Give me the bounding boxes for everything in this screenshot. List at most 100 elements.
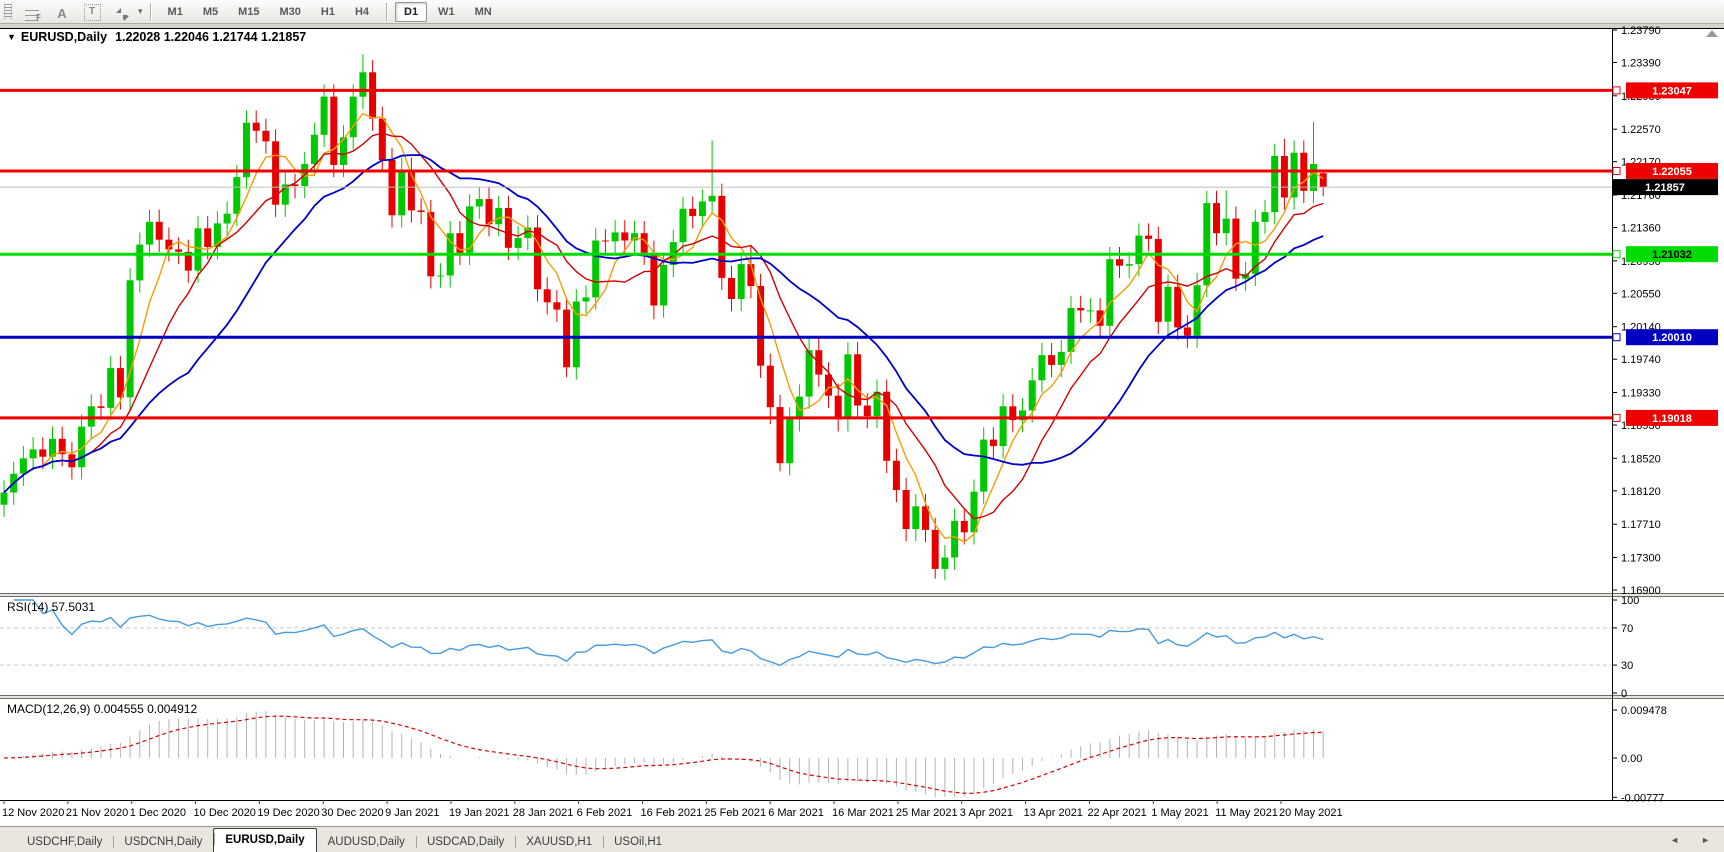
- candle-body: [398, 169, 406, 216]
- timeframe-button-m15[interactable]: M15: [229, 2, 268, 22]
- symbol-tab-usdcad[interactable]: USDCAD,Daily: [415, 832, 515, 852]
- rsi-indicator-label: RSI(14) 57.5031: [7, 600, 96, 614]
- timeframe-button-m30[interactable]: M30: [271, 2, 310, 22]
- symbol-tab-eurusd[interactable]: EURUSD,Daily: [213, 828, 317, 852]
- candle-body: [660, 264, 668, 306]
- date-tick-label: 28 Jan 2021: [513, 807, 574, 819]
- level-price-tag-label: 1.23047: [1652, 85, 1692, 97]
- fibonacci-tool-icon[interactable]: F: [18, 1, 46, 23]
- candle-body: [388, 160, 396, 216]
- level-marker[interactable]: [1612, 167, 1621, 175]
- candle-body: [146, 221, 153, 245]
- candle-body: [601, 240, 609, 242]
- chart-window: F A T ▾ M1 M5 M15 M30 H1 H4 D1 W1 MN 1.23790 1.23390…: [0, 0, 1724, 852]
- candle-body: [330, 96, 338, 165]
- objects-arrows-tool-icon[interactable]: [108, 1, 136, 23]
- candle-body: [1038, 355, 1046, 381]
- candle-body: [892, 460, 900, 491]
- candle-body: [931, 529, 939, 569]
- date-tick-label: 10 Dec 2020: [194, 807, 256, 819]
- tab-scroll-left-icon[interactable]: ◄: [1670, 834, 1679, 846]
- candle-body: [650, 252, 658, 306]
- candle-body: [621, 232, 629, 241]
- candle-body: [999, 406, 1007, 447]
- symbol-tab-usdchf[interactable]: USDCHF,Daily: [16, 832, 113, 852]
- date-tick-label: 16 Feb 2021: [641, 807, 703, 819]
- level-price-tag-label: 1.21032: [1652, 249, 1692, 261]
- symbol-tab-usdcnh[interactable]: USDCNH,Daily: [113, 832, 213, 852]
- candle-body: [29, 449, 37, 459]
- rsi-tick-label: 70: [1621, 623, 1633, 635]
- level-marker[interactable]: [1612, 86, 1621, 95]
- price-tick-label: 1.17710: [1621, 519, 1661, 531]
- candle-body: [1116, 259, 1123, 266]
- text-tool-icon[interactable]: A: [48, 1, 76, 23]
- candle-body: [1086, 310, 1094, 312]
- tab-scroll-right-icon[interactable]: ►: [1701, 834, 1710, 846]
- candle-body: [960, 520, 968, 533]
- candle-body: [698, 201, 706, 217]
- candle-body: [883, 391, 891, 461]
- candle-body: [834, 395, 842, 420]
- price-tick-label: 1.22570: [1621, 124, 1661, 136]
- candle-body: [912, 506, 920, 530]
- timeframe-button-h1[interactable]: H1: [312, 2, 344, 22]
- chart-title: ▼ EURUSD,Daily 1.22028 1.22046 1.21744 1.2…: [7, 30, 306, 44]
- macd-tick-label: 0.00: [1621, 753, 1642, 765]
- chart-ohlc-values: 1.22028 1.22046 1.21744 1.21857: [115, 30, 307, 44]
- date-tick-label: 25 Feb 2021: [704, 807, 766, 819]
- candle-body: [989, 439, 997, 447]
- timeframe-button-h4[interactable]: H4: [346, 2, 378, 22]
- timeframe-button-mn[interactable]: MN: [466, 2, 501, 22]
- candle-body: [504, 208, 512, 248]
- timeframe-button-m5[interactable]: M5: [194, 2, 227, 22]
- candle-body: [359, 72, 367, 97]
- candle-body: [1164, 286, 1172, 322]
- candle-body: [689, 208, 697, 217]
- candle-body: [805, 350, 813, 397]
- level-marker[interactable]: [1612, 413, 1621, 422]
- macd-tick-label: -0.00777: [1621, 792, 1664, 804]
- candle-body: [1280, 156, 1288, 198]
- timeframe-button-w1[interactable]: W1: [429, 2, 464, 22]
- chart-symbol-label: EURUSD,Daily: [20, 30, 108, 44]
- candle-body: [1106, 259, 1114, 326]
- candle-body: [1174, 286, 1182, 328]
- timeframe-button-m1[interactable]: M1: [159, 2, 192, 22]
- candle-body: [310, 134, 318, 165]
- tools-dropdown-caret-icon[interactable]: ▾: [138, 6, 143, 17]
- candle-body: [1261, 212, 1269, 222]
- price-tick-label: 1.17300: [1621, 553, 1661, 565]
- candle-body: [951, 520, 959, 558]
- level-marker[interactable]: [1612, 250, 1621, 259]
- chart-canvas[interactable]: 1.237901.233901.229801.225701.221701.217…: [0, 24, 1724, 826]
- date-tick-label: 21 Nov 2020: [66, 807, 128, 819]
- candle-body: [1125, 264, 1133, 266]
- candle-body: [786, 419, 794, 464]
- candle-body: [1048, 355, 1056, 365]
- level-price-tag-label: 1.20010: [1652, 332, 1692, 344]
- textbox-tool-icon[interactable]: T: [78, 1, 106, 23]
- candle-body: [427, 212, 435, 277]
- candle-body: [902, 490, 910, 529]
- candle-body: [243, 122, 250, 178]
- level-marker[interactable]: [1612, 333, 1621, 342]
- candle-body: [1183, 327, 1191, 336]
- symbol-tab-audusd[interactable]: AUDUSD,Daily: [317, 832, 416, 852]
- toolbar-drag-handle[interactable]: [4, 4, 12, 19]
- symbol-tab-xauusd[interactable]: XAUUSD,H1: [515, 832, 603, 852]
- candle-body: [737, 264, 745, 299]
- candle-body: [223, 213, 231, 224]
- timeframe-button-d1[interactable]: D1: [395, 1, 428, 22]
- symbol-tab-usoil[interactable]: USOil,H1: [603, 832, 673, 852]
- candle-body: [437, 275, 444, 277]
- candle-body: [475, 199, 483, 207]
- candle-body: [941, 557, 949, 569]
- tab-scroll-arrows: ◄ ►: [1670, 834, 1710, 846]
- price-tick-label: 1.18520: [1621, 453, 1661, 465]
- candle-body: [155, 221, 163, 240]
- date-tick-label: 6 Feb 2021: [577, 807, 633, 819]
- candle-body: [136, 244, 144, 281]
- date-tick-label: 12 Nov 2020: [2, 807, 64, 819]
- collapse-triangle-icon[interactable]: ▼: [7, 32, 16, 42]
